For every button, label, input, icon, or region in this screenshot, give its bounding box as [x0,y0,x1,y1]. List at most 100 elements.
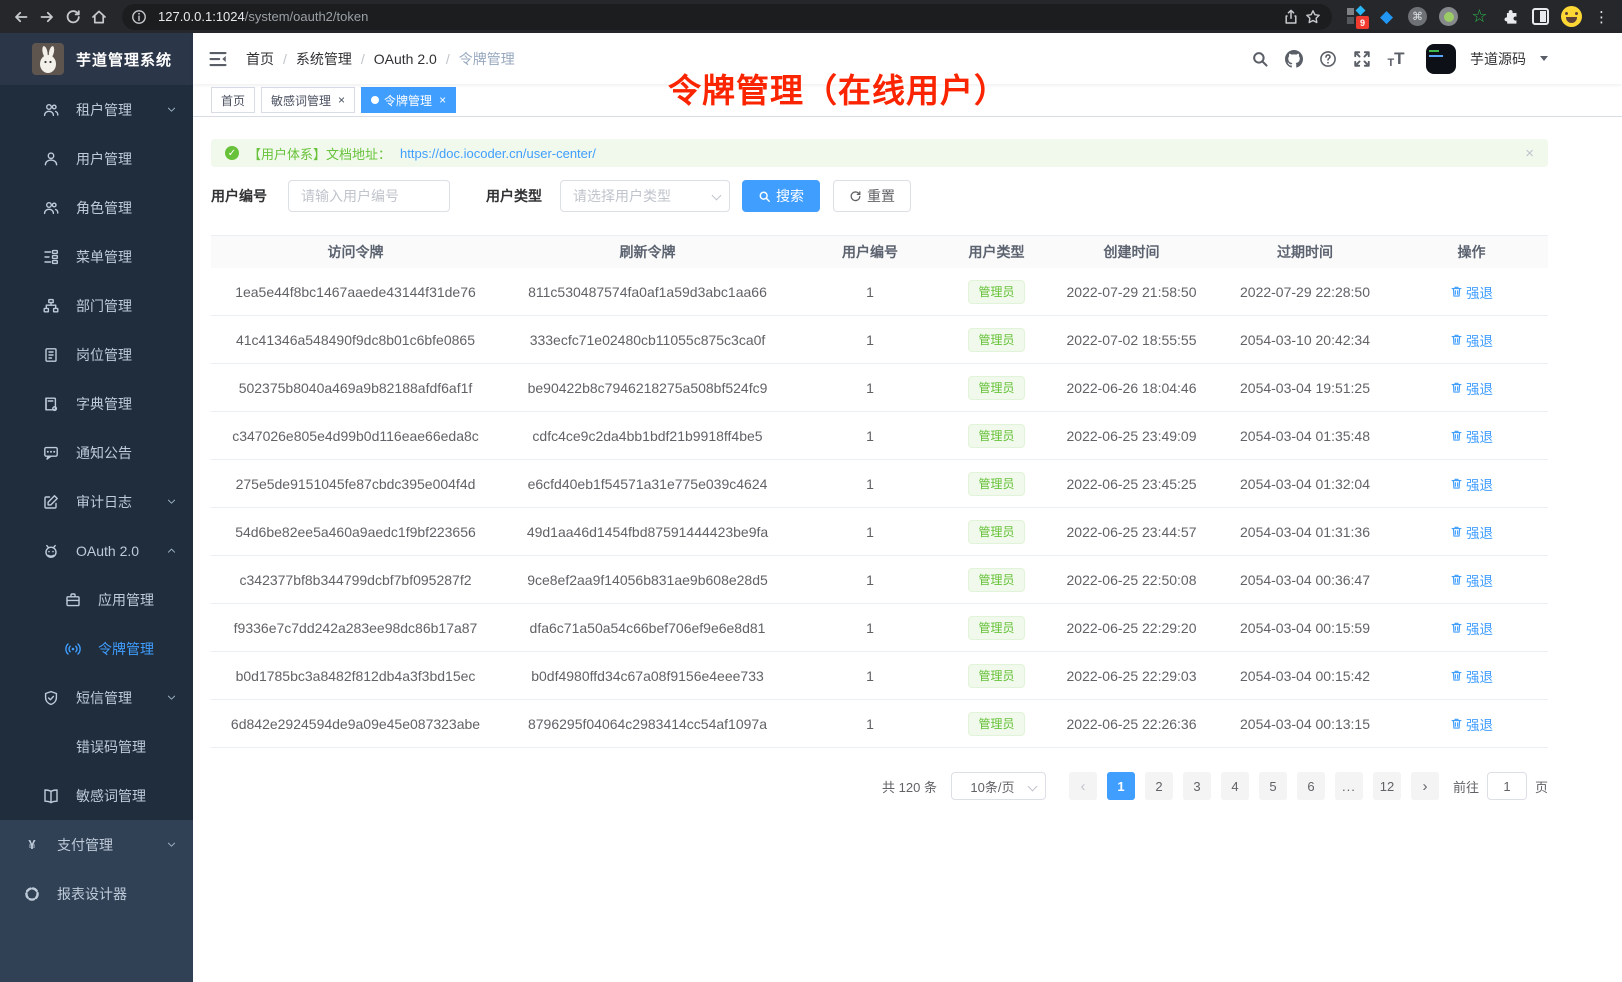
user-avatar[interactable] [1426,44,1456,74]
gem-extension-icon[interactable]: ◆ [1377,7,1396,26]
action-cell: 强退 [1395,618,1548,638]
breadcrumb-item[interactable]: 首页 [246,49,274,69]
search-icon[interactable] [1250,49,1270,69]
next-page-button[interactable]: › [1411,772,1439,800]
recorder-extension-icon[interactable] [1439,7,1458,26]
trash-icon [1450,333,1463,346]
sidebar-item-oauth2[interactable]: OAuth 2.0 [0,526,193,575]
expire-time-cell: 2054-03-04 01:31:36 [1215,524,1395,540]
sidebar-item-dept-management[interactable]: 部门管理 [0,281,193,330]
reset-button[interactable]: 重置 [833,180,911,212]
hamburger-icon[interactable] [208,48,230,70]
reload-icon[interactable] [62,6,84,28]
breadcrumb: 首页/系统管理/OAuth 2.0/令牌管理 [246,49,515,69]
force-logout-button[interactable]: 强退 [1450,618,1493,638]
tab-close-icon[interactable]: × [336,94,345,106]
sidebar-item-app-management[interactable]: 应用管理 [0,575,193,624]
sidebar-item-sms-management[interactable]: 短信管理 [0,673,193,722]
action-cell: 强退 [1395,330,1548,350]
page-size-select[interactable] [951,772,1046,800]
forward-icon[interactable] [36,6,58,28]
page-button-1[interactable]: 1 [1107,772,1135,800]
sidebar-item-post-management[interactable]: 岗位管理 [0,330,193,379]
user-id-cell: 1 [795,716,945,732]
sidebar-item-pay-management[interactable]: ¥支付管理 [0,820,193,869]
app-logo[interactable]: 芋道管理系统 [0,33,193,85]
search-button[interactable]: 搜索 [742,180,820,212]
sidebar-item-audit-log[interactable]: 审计日志 [0,477,193,526]
force-logout-button[interactable]: 强退 [1450,330,1493,350]
sidebar-item-dict-management[interactable]: 字典管理 [0,379,193,428]
tab-首页[interactable]: 首页 [211,87,255,113]
page-button-4[interactable]: 4 [1221,772,1249,800]
fullscreen-icon[interactable] [1352,49,1372,69]
page-button-2[interactable]: 2 [1145,772,1173,800]
sidebar-item-notice[interactable]: 通知公告 [0,428,193,477]
message-icon [42,444,60,462]
doc-link[interactable]: https://doc.iocoder.cn/user-center/ [400,146,596,161]
prev-page-button[interactable]: ‹ [1069,772,1097,800]
page-button-6[interactable]: 6 [1297,772,1325,800]
table-row: 6d842e2924594de9a09e45e087323abe8796295f… [211,700,1548,748]
star-extension-icon[interactable]: ☆ [1470,7,1489,26]
user-type-select[interactable] [560,180,730,212]
access-token-cell: 275e5de9151045fe87cbdc395e004f4d [211,476,500,492]
tab-敏感词管理[interactable]: 敏感词管理× [261,87,355,113]
tab-令牌管理[interactable]: 令牌管理× [361,87,456,113]
user-id-cell: 1 [795,476,945,492]
home-icon[interactable] [88,6,110,28]
goto-label: 前往 [1453,777,1479,796]
sidebar-item-sensitive-word-management[interactable]: 敏感词管理 [0,771,193,820]
token-table: 访问令牌刷新令牌用户编号用户类型创建时间过期时间操作 1ea5e44f8bc14… [211,235,1548,748]
chevron-down-icon[interactable] [1540,56,1548,65]
bookmark-star-icon[interactable] [1302,6,1324,28]
sidebar-item-role-management[interactable]: 角色管理 [0,183,193,232]
command-extension-icon[interactable]: ⌘ [1408,7,1427,26]
sidebar-item-errorcode-management[interactable]: 错误码管理 [0,722,193,771]
blocker-extension-icon[interactable]: 9 [1346,7,1365,26]
force-logout-button[interactable]: 强退 [1450,282,1493,302]
user-type-cell: 管理员 [945,712,1048,736]
share-icon[interactable] [1280,6,1302,28]
force-logout-button[interactable]: 强退 [1450,666,1493,686]
username[interactable]: 芋道源码 [1470,49,1526,69]
tab-close-icon[interactable]: × [437,94,446,106]
goto-page-input[interactable] [1487,772,1527,800]
help-icon[interactable] [1318,49,1338,69]
sidebar-item-token-management[interactable]: 令牌管理 [0,624,193,673]
sidebar-item-tenant-management[interactable]: 租户管理 [0,85,193,134]
chevron-up-icon [166,543,177,559]
user-type-tag: 管理员 [968,280,1024,304]
github-icon[interactable] [1284,49,1304,69]
puzzle-extensions-icon[interactable] [1501,7,1520,26]
sidebar-item-user-management[interactable]: 用户管理 [0,134,193,183]
force-logout-button[interactable]: 强退 [1450,522,1493,542]
force-logout-button[interactable]: 强退 [1450,474,1493,494]
force-logout-button[interactable]: 强退 [1450,714,1493,734]
created-time-cell: 2022-06-25 22:29:20 [1048,620,1215,636]
breadcrumb-item[interactable]: 系统管理 [296,49,352,69]
browser-menu-icon[interactable]: ⋮ [1594,8,1608,26]
sidebar-item-label: 审计日志 [76,492,132,512]
trash-icon [1450,477,1463,490]
browser-profile-avatar[interactable] [1561,6,1582,27]
back-icon[interactable] [10,6,32,28]
address-bar[interactable]: 127.0.0.1:1024/system/oauth2/token [122,4,1332,30]
sidebar-item-label: 短信管理 [76,688,132,708]
sidebar-item-report-designer[interactable]: 报表设计器 [0,869,193,918]
sidebar-item-menu-management[interactable]: 菜单管理 [0,232,193,281]
force-logout-button[interactable]: 强退 [1450,426,1493,446]
page-button-5[interactable]: 5 [1259,772,1287,800]
site-info-icon[interactable] [128,6,150,28]
font-size-icon[interactable]: TT [1386,49,1406,69]
page-button-3[interactable]: 3 [1183,772,1211,800]
page-button-12[interactable]: 12 [1373,772,1401,800]
action-cell: 强退 [1395,282,1548,302]
window-extension-icon[interactable] [1532,8,1549,25]
alert-close-icon[interactable]: × [1525,145,1534,162]
user-id-input[interactable] [288,180,450,212]
breadcrumb-item[interactable]: OAuth 2.0 [374,51,437,67]
force-logout-button[interactable]: 强退 [1450,378,1493,398]
force-logout-button[interactable]: 强退 [1450,570,1493,590]
pager-ellipsis[interactable]: ... [1335,772,1363,800]
